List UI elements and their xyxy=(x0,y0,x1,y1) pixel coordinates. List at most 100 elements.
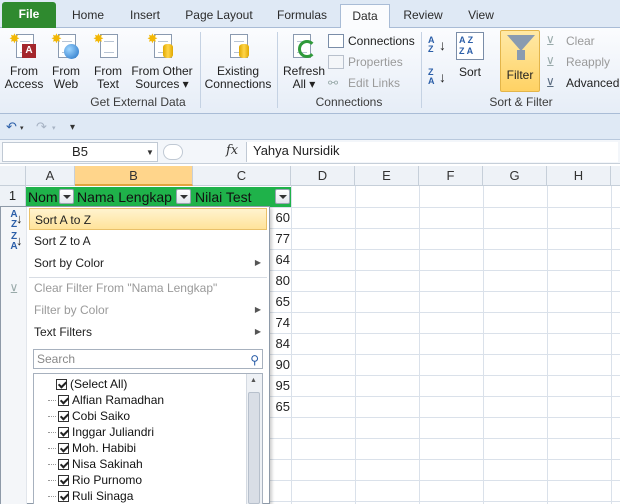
from-text-button[interactable]: ✸ From Text xyxy=(88,32,128,91)
tab-file[interactable]: File xyxy=(2,2,56,28)
list-item[interactable]: Nisa Sakinah xyxy=(38,456,143,472)
scroll-up-arrow-icon[interactable]: ▲ xyxy=(250,377,257,384)
text-filters-label: Text Filters xyxy=(34,325,93,339)
cell-value[interactable]: 74 xyxy=(272,315,290,330)
column-header-e[interactable]: E xyxy=(355,166,419,186)
menu-sort-z-to-a[interactable]: Sort Z to A xyxy=(29,230,267,252)
filter-button[interactable]: Filter xyxy=(500,30,540,92)
connections-button[interactable]: Connections xyxy=(326,32,415,50)
list-scrollbar[interactable]: ▲ xyxy=(246,374,262,504)
formula-bar: B5 ▼ fx Yahya Nursidik xyxy=(0,140,620,164)
list-item[interactable]: Cobi Saiko xyxy=(38,408,130,424)
column-header-d[interactable]: D xyxy=(291,166,355,186)
checkbox-checked[interactable] xyxy=(56,379,67,391)
advanced-button[interactable]: ⊻ Advanced xyxy=(544,74,619,92)
redo-dropdown-icon[interactable]: ▾ xyxy=(52,124,56,132)
tab-formulas[interactable]: Formulas xyxy=(272,4,332,28)
filter-values-list[interactable]: (Select All) Alfian Ramadhan Cobi Saiko … xyxy=(33,373,263,504)
cell-value[interactable]: 80 xyxy=(272,273,290,288)
undo-icon[interactable]: ↶ xyxy=(6,119,17,135)
tab-view[interactable]: View xyxy=(458,4,504,28)
row-number: 1 xyxy=(8,188,17,203)
menu-text-filters[interactable]: Text Filters ▶ xyxy=(29,321,267,343)
from-other-sources-button[interactable]: ✸ From Other Sources ▾ xyxy=(130,32,194,91)
ribbon-tab-bar: File Home Insert Page Layout Formulas Da… xyxy=(0,0,620,29)
properties-button[interactable]: Properties xyxy=(326,53,403,71)
gridline xyxy=(355,186,356,504)
from-web-button[interactable]: ✸ From Web xyxy=(46,32,86,91)
checkbox-checked[interactable] xyxy=(58,395,69,407)
insert-function-icon[interactable]: fx xyxy=(226,143,238,158)
column-header-g[interactable]: G xyxy=(483,166,547,186)
access-database-icon: ✸ A xyxy=(9,32,39,62)
web-globe-icon: ✸ xyxy=(51,32,81,62)
cell-value[interactable]: 77 xyxy=(272,231,290,246)
connections-icon xyxy=(328,34,344,48)
filter-dropdown-button-c[interactable] xyxy=(275,189,290,204)
edit-links-icon: ⚯ xyxy=(328,76,339,90)
filter-dropdown-button-a[interactable] xyxy=(59,189,74,204)
checkbox-checked[interactable] xyxy=(58,443,69,455)
tab-insert[interactable]: Insert xyxy=(124,4,166,28)
list-item-label: Nisa Sakinah xyxy=(72,457,143,471)
sort-descending-icon[interactable]: Z A ↓ xyxy=(428,68,446,90)
gridline xyxy=(483,186,484,504)
tab-home[interactable]: Home xyxy=(66,4,110,28)
tab-review[interactable]: Review xyxy=(400,4,446,28)
column-header-overflow xyxy=(611,166,620,186)
row-header-1[interactable]: 1 xyxy=(0,186,26,207)
formula-bar-resize-handle[interactable] xyxy=(163,144,183,160)
sort-ascending-icon[interactable]: A Z ↓ xyxy=(428,36,446,58)
checkbox-checked[interactable] xyxy=(58,491,69,503)
list-item[interactable]: Ruli Sinaga xyxy=(38,488,133,504)
menu-filter-by-color[interactable]: Filter by Color ▶ xyxy=(29,299,267,321)
reapply-button[interactable]: ⊻ Reapply xyxy=(544,53,610,71)
properties-label: Properties xyxy=(348,55,403,69)
column-header-h[interactable]: H xyxy=(547,166,611,186)
name-box[interactable]: B5 xyxy=(2,142,158,162)
cell-value[interactable]: 90 xyxy=(272,357,290,372)
filter-search-input[interactable]: Search ⚲ xyxy=(33,349,263,369)
list-item[interactable]: Inggar Juliandri xyxy=(38,424,154,440)
from-access-button[interactable]: ✸ A From Access xyxy=(4,32,44,91)
formula-input[interactable]: Yahya Nursidik xyxy=(246,142,618,162)
list-item[interactable]: Moh. Habibi xyxy=(38,440,136,456)
tab-data[interactable]: Data xyxy=(340,4,390,29)
undo-dropdown-icon[interactable]: ▾ xyxy=(20,124,24,132)
column-header-f[interactable]: F xyxy=(419,166,483,186)
checkbox-checked[interactable] xyxy=(58,459,69,471)
tab-page-layout[interactable]: Page Layout xyxy=(182,4,256,28)
cell-value[interactable]: 84 xyxy=(272,336,290,351)
list-item-select-all[interactable]: (Select All) xyxy=(38,376,127,392)
checkbox-checked[interactable] xyxy=(58,427,69,439)
column-header-a[interactable]: A xyxy=(26,166,75,186)
refresh-all-button[interactable]: Refresh All ▾ xyxy=(280,32,328,91)
checkbox-checked[interactable] xyxy=(58,475,69,487)
cell-value[interactable]: 95 xyxy=(272,378,290,393)
menu-clear-filter[interactable]: Clear Filter From "Nama Lengkap" xyxy=(29,277,267,299)
clear-button[interactable]: ⊻ Clear xyxy=(544,32,595,50)
column-header-b[interactable]: B xyxy=(75,166,193,186)
existing-connections-button[interactable]: Existing Connections xyxy=(204,32,272,91)
checkbox-checked[interactable] xyxy=(58,411,69,423)
cell-value[interactable]: 65 xyxy=(272,294,290,309)
redo-icon[interactable]: ↷ xyxy=(36,119,47,135)
cell-value[interactable]: 64 xyxy=(272,252,290,267)
customize-toolbar-icon[interactable]: ▾ xyxy=(70,122,75,133)
menu-sort-by-color[interactable]: Sort by Color ▶ xyxy=(29,252,267,274)
submenu-arrow-icon: ▶ xyxy=(254,258,261,267)
list-item[interactable]: Alfian Ramadhan xyxy=(38,392,164,408)
sort-button[interactable]: A ZZ A Sort xyxy=(452,32,488,79)
cell-value[interactable]: 65 xyxy=(272,399,290,414)
cell-value[interactable]: 60 xyxy=(272,210,290,225)
scrollbar-thumb[interactable] xyxy=(248,392,260,504)
clear-filter-icon: ⊻ xyxy=(546,34,555,48)
name-box-dropdown-icon[interactable]: ▼ xyxy=(146,148,154,157)
menu-sort-a-to-z[interactable]: Sort A to Z xyxy=(29,208,267,230)
list-item[interactable]: Rio Purnomo xyxy=(38,472,142,488)
edit-links-button[interactable]: ⚯ Edit Links xyxy=(326,74,400,92)
list-item-label: Cobi Saiko xyxy=(72,409,131,423)
filter-dropdown-button-b[interactable] xyxy=(176,189,191,204)
column-header-c[interactable]: C xyxy=(193,166,291,186)
select-all-corner[interactable] xyxy=(0,166,26,186)
